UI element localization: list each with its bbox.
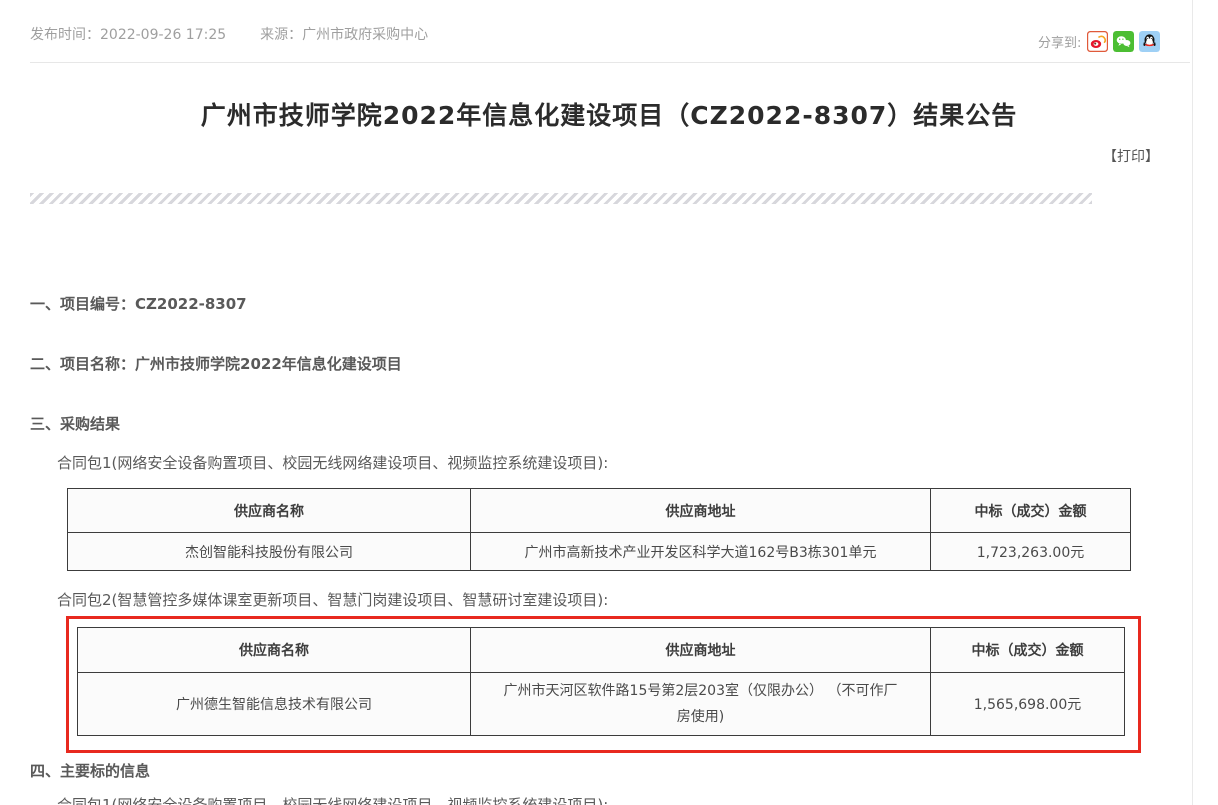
qq-icon[interactable] — [1139, 31, 1160, 52]
section-project-name: 二、项目名称：广州市技师学院2022年信息化建设项目 — [30, 353, 402, 374]
award-amount: 1,565,698.00元 — [931, 673, 1125, 736]
clipped-bottom-line: 合同包1(网络安全设备购置项目、校园无线网络建设项目、视频监控系统建设项目): — [57, 794, 608, 805]
col-award-amount: 中标（成交）金额 — [931, 628, 1125, 673]
col-supplier-name: 供应商名称 — [68, 489, 471, 533]
table-row: 杰创智能科技股份有限公司 广州市高新技术产业开发区科学大道162号B3栋301单… — [68, 533, 1131, 571]
print-button[interactable]: 【打印】 — [1103, 146, 1159, 166]
publish-time: 发布时间：2022-09-26 17:25 — [30, 26, 226, 44]
page-title: 广州市技师学院2022年信息化建设项目（CZ2022-8307）结果公告 — [0, 96, 1218, 132]
package1-result-table: 供应商名称 供应商地址 中标（成交）金额 杰创智能科技股份有限公司 广州市高新技… — [67, 488, 1131, 571]
col-supplier-name: 供应商名称 — [78, 628, 471, 673]
supplier-name: 杰创智能科技股份有限公司 — [68, 533, 471, 571]
wechat-icon[interactable] — [1113, 31, 1134, 52]
announcement-page: 发布时间：2022-09-26 17:25 来源：广州市政府采购中心 分享到: — [0, 0, 1218, 805]
section-main-subject-info: 四、主要标的信息 — [30, 760, 150, 781]
section-procurement-result: 三、采购结果 — [30, 413, 120, 434]
supplier-address: 广州市高新技术产业开发区科学大道162号B3栋301单元 — [471, 533, 931, 571]
col-supplier-address: 供应商地址 — [471, 489, 931, 533]
hatched-divider — [30, 193, 1092, 204]
share-label: 分享到: — [1038, 32, 1081, 51]
table-row: 广州德生智能信息技术有限公司 广州市天河区软件路15号第2层203室（仅限办公）… — [78, 673, 1125, 736]
source: 来源：广州市政府采购中心 — [260, 26, 428, 44]
award-amount: 1,723,263.00元 — [931, 533, 1131, 571]
supplier-name: 广州德生智能信息技术有限公司 — [78, 673, 471, 736]
weibo-icon[interactable] — [1087, 31, 1108, 52]
section-project-number: 一、项目编号：CZ2022-8307 — [30, 293, 247, 314]
package2-result-table: 供应商名称 供应商地址 中标（成交）金额 广州德生智能信息技术有限公司 广州市天… — [77, 627, 1125, 736]
col-supplier-address: 供应商地址 — [471, 628, 931, 673]
package1-label: 合同包1(网络安全设备购置项目、校园无线网络建设项目、视频监控系统建设项目): — [57, 452, 608, 473]
share-icons — [1087, 31, 1160, 52]
supplier-address: 广州市天河区软件路15号第2层203室（仅限办公） （不可作厂房使用) — [471, 673, 931, 736]
meta-bar: 发布时间：2022-09-26 17:25 来源：广州市政府采购中心 — [30, 26, 1020, 44]
table-header-row: 供应商名称 供应商地址 中标（成交）金额 — [78, 628, 1125, 673]
package2-label: 合同包2(智慧管控多媒体课室更新项目、智慧门岗建设项目、智慧研讨室建设项目): — [57, 589, 608, 610]
col-award-amount: 中标（成交）金额 — [931, 489, 1131, 533]
meta-divider — [30, 62, 1190, 63]
table-header-row: 供应商名称 供应商地址 中标（成交）金额 — [68, 489, 1131, 533]
share-box: 分享到: — [1038, 31, 1160, 52]
